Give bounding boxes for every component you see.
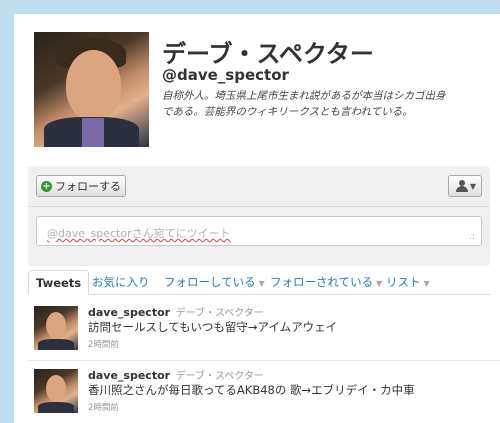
- tweet-item[interactable]: dave_spector デーブ・スペクター 訪問セールスしてもいつも留守→アイ…: [28, 298, 500, 361]
- profile-bio: 自称外人。埼玉県上尾市生まれ説があるが本当はシカゴ出身 である。芸能界のウィキリ…: [162, 88, 492, 120]
- tab-label: フォローしている: [164, 275, 256, 289]
- tab-label: Tweets: [36, 276, 82, 290]
- tweet-username[interactable]: dave_spector: [88, 306, 170, 319]
- avatar[interactable]: [34, 306, 78, 350]
- tweet-meta: dave_spector デーブ・スペクター: [88, 367, 264, 382]
- tweet-username[interactable]: dave_spector: [88, 369, 170, 382]
- profile-page: デーブ・スペクター @dave_spector 自称外人。埼玉県上尾市生まれ説が…: [14, 14, 500, 423]
- tab-lists[interactable]: リスト ▼: [386, 270, 430, 294]
- profile-handle: @dave_spector: [162, 66, 289, 84]
- tweet-fullname: デーブ・スペクター: [175, 308, 264, 319]
- chevron-down-icon: ▼: [423, 279, 430, 288]
- profile-avatar[interactable]: [34, 32, 149, 147]
- bio-line: である。芸能界のウィキリークスとも言われている。: [162, 106, 413, 118]
- tweet-fullname: デーブ・スペクター: [175, 371, 264, 382]
- resize-grip-icon[interactable]: .:: [469, 232, 475, 242]
- chevron-down-icon: ▼: [469, 182, 476, 191]
- tab-label: お気に入り: [92, 275, 150, 289]
- tweet-text: 訪問セールスしてもいつも留守→アイムアウェイ: [88, 320, 338, 334]
- tweet-text: 香川照之さんが毎日歌ってるAKB48の 歌→エブリデイ・カ中車: [88, 383, 415, 397]
- plus-icon: +: [41, 180, 52, 192]
- bio-line: 自称外人。埼玉県上尾市生まれ説があるが本当はシカゴ出身: [162, 90, 446, 102]
- chevron-down-icon: ▼: [376, 279, 383, 288]
- tweet-meta: dave_spector デーブ・スペクター: [88, 304, 264, 319]
- tab-tweets[interactable]: Tweets: [28, 270, 90, 295]
- tab-following[interactable]: フォローしている ▼: [164, 270, 265, 294]
- tweet-timestamp[interactable]: 2時間前: [88, 401, 119, 413]
- tweet-input[interactable]: @dave_spectorさん宛てにツイート .:: [36, 216, 482, 246]
- follow-button-label: フォローする: [55, 180, 121, 193]
- chevron-down-icon: ▼: [258, 279, 265, 288]
- user-icon: [456, 180, 468, 192]
- user-actions-menu[interactable]: ▼: [448, 175, 482, 197]
- divider: [28, 206, 490, 207]
- tweet-input-placeholder: @dave_spectorさん宛てにツイート: [47, 227, 231, 240]
- action-bar: + フォローする ▼ @dave_spectorさん宛てにツイート .:: [28, 166, 490, 266]
- tab-favorites[interactable]: お気に入り: [92, 270, 150, 294]
- tweet-item[interactable]: dave_spector デーブ・スペクター 香川照之さんが毎日歌ってるAKB4…: [28, 361, 500, 423]
- profile-tabs: Tweets お気に入り フォローしている ▼ フォローされている ▼ リスト ▼: [28, 270, 490, 295]
- tweet-timestamp[interactable]: 2時間前: [88, 338, 119, 350]
- tab-label: フォローされている: [270, 275, 374, 289]
- avatar[interactable]: [34, 369, 78, 413]
- profile-name: デーブ・スペクター: [162, 40, 374, 68]
- follow-button[interactable]: + フォローする: [36, 175, 126, 197]
- tab-label: リスト: [386, 275, 421, 289]
- tab-followers[interactable]: フォローされている ▼: [270, 270, 382, 294]
